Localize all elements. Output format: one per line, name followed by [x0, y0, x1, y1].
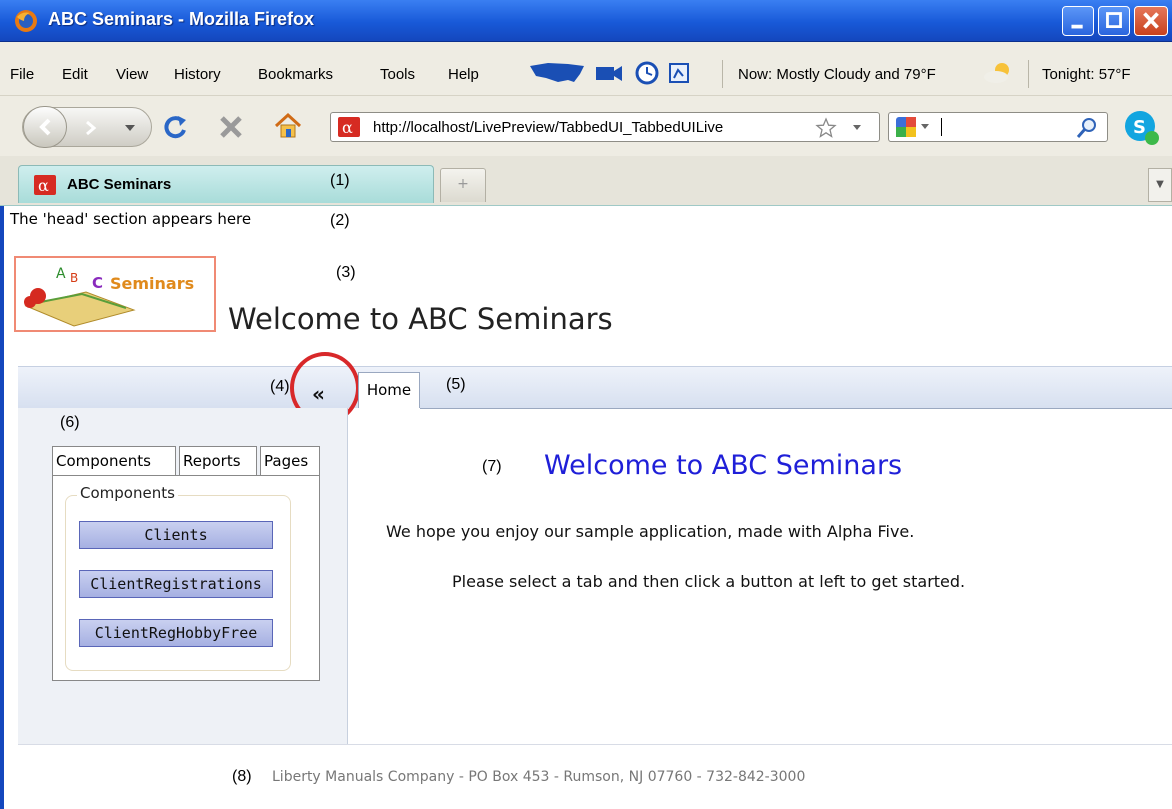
footer-divider: [18, 744, 1172, 745]
annotation-1: (1): [330, 172, 350, 189]
tab-label: ABC Seminars: [67, 176, 172, 193]
partly-cloudy-icon: [984, 63, 1009, 83]
chevron-down-icon: ▼: [1156, 179, 1164, 190]
page-title: Welcome to ABC Seminars: [228, 302, 613, 336]
tab-components[interactable]: Components: [52, 446, 176, 476]
close-window-button[interactable]: [1134, 6, 1168, 36]
url-bar[interactable]: α http://localhost/LivePreview/TabbedUI_…: [330, 112, 880, 142]
window-title: ABC Seminars - Mozilla Firefox: [48, 9, 315, 29]
tab-baseline: [420, 408, 1172, 409]
back-button[interactable]: [23, 106, 67, 148]
menu-file[interactable]: File: [10, 66, 34, 83]
usa-map-icon[interactable]: [528, 60, 588, 86]
annotation-2: (2): [330, 212, 350, 229]
weather-now-text[interactable]: Now: Mostly Cloudy and 79°F: [738, 66, 936, 83]
menu-bookmarks[interactable]: Bookmarks: [258, 66, 333, 83]
toolbar-separator: [722, 60, 723, 88]
search-bar[interactable]: [888, 112, 1108, 142]
minimize-button[interactable]: [1062, 6, 1094, 36]
home-icon[interactable]: [272, 111, 304, 141]
welcome-message: We hope you enjoy our sample application…: [386, 522, 915, 541]
url-dropdown-icon[interactable]: [851, 123, 863, 133]
svg-text:S: S: [1133, 117, 1146, 138]
alpha-tab-icon: α: [34, 175, 56, 195]
search-icon[interactable]: [1075, 116, 1099, 140]
tab-reports[interactable]: Reports: [179, 446, 257, 476]
tab-abc-seminars[interactable]: α ABC Seminars: [18, 165, 434, 203]
maximize-icon: [1106, 12, 1122, 28]
svg-text:α: α: [38, 176, 49, 195]
app-tab-bar: [18, 366, 1172, 408]
stop-icon[interactable]: [216, 112, 246, 142]
tab-list-button[interactable]: ▼: [1148, 168, 1172, 202]
svg-text:α: α: [342, 118, 353, 137]
logo-graphic: A B C Seminars: [24, 266, 194, 327]
components-group-legend: Components: [77, 484, 178, 502]
tab-pages[interactable]: Pages: [260, 446, 320, 476]
footer-text: Liberty Manuals Company - PO Box 453 - R…: [272, 769, 806, 785]
forward-arrow-icon[interactable]: [81, 119, 101, 137]
tab-home[interactable]: Home: [358, 372, 420, 408]
clients-button[interactable]: Clients: [79, 521, 273, 549]
weather-tonight-text[interactable]: Tonight: 57°F: [1042, 66, 1131, 83]
svg-text:A: A: [56, 266, 66, 282]
window-titlebar[interactable]: ABC Seminars - Mozilla Firefox: [0, 0, 1172, 42]
menu-view[interactable]: View: [116, 66, 148, 83]
video-camera-icon[interactable]: [594, 60, 624, 86]
svg-text:Seminars: Seminars: [110, 274, 194, 293]
google-search-icon[interactable]: [895, 116, 931, 138]
annotation-6: (6): [60, 414, 80, 431]
maximize-button[interactable]: [1098, 6, 1130, 36]
menu-bar: File Edit View History Bookmarks Tools H…: [0, 42, 1172, 96]
client-reg-hobby-free-button[interactable]: ClientRegHobbyFree: [79, 619, 273, 647]
alpha-site-icon: α: [338, 117, 360, 137]
instructions-message: Please select a tab and then click a but…: [452, 572, 966, 591]
toolbar-separator: [1028, 60, 1029, 88]
main-welcome-title: Welcome to ABC Seminars: [544, 450, 903, 481]
clock-icon[interactable]: [634, 60, 660, 86]
new-tab-button[interactable]: +: [440, 168, 486, 202]
head-section-note: The 'head' section appears here: [10, 210, 252, 228]
menu-history[interactable]: History: [174, 66, 221, 83]
menu-tools[interactable]: Tools: [380, 66, 415, 83]
window-border: [0, 206, 4, 809]
annotation-8: (8): [232, 768, 252, 785]
close-icon: [1143, 12, 1159, 29]
back-arrow-icon: [39, 118, 51, 136]
page-content: The 'head' section appears here (1) (2) …: [0, 172, 1172, 809]
weather-station-icon[interactable]: [666, 60, 692, 86]
svg-text:C: C: [92, 274, 103, 292]
back-forward-group: [22, 106, 152, 148]
history-dropdown-icon[interactable]: [123, 122, 137, 134]
annotation-5: (5): [446, 376, 466, 393]
minimize-icon: [1071, 24, 1083, 29]
annotation-7: (7): [482, 458, 502, 475]
annotation-4: (4): [270, 378, 290, 395]
menu-help[interactable]: Help: [448, 66, 479, 83]
firefox-icon: [15, 10, 37, 32]
skype-icon[interactable]: S: [1122, 108, 1162, 148]
search-input[interactable]: [941, 118, 1061, 136]
annotation-3: (3): [336, 264, 356, 281]
client-registrations-button[interactable]: ClientRegistrations: [79, 570, 273, 598]
browser-tab-strip: α ABC Seminars + ▼: [0, 156, 1172, 206]
menu-edit[interactable]: Edit: [62, 66, 88, 83]
components-panel: Components Clients ClientRegistrations C…: [52, 475, 320, 681]
url-text: http://localhost/LivePreview/TabbedUI_Ta…: [373, 119, 724, 136]
svg-text:B: B: [70, 271, 78, 285]
bookmark-star-icon[interactable]: [815, 117, 837, 139]
navigation-toolbar: α http://localhost/LivePreview/TabbedUI_…: [0, 96, 1172, 156]
abc-seminars-logo: A B C Seminars: [14, 256, 216, 332]
reload-icon[interactable]: [160, 112, 190, 142]
